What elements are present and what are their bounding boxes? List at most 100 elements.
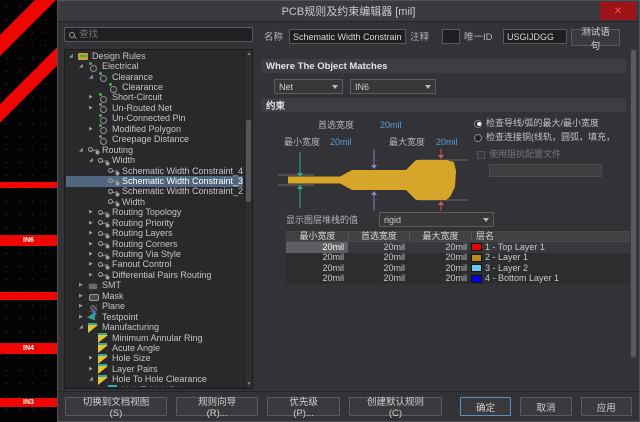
rule-name-input[interactable] bbox=[289, 29, 406, 44]
layer-stack-dropdown[interactable]: rigid bbox=[379, 212, 494, 227]
column-header[interactable]: 层名 bbox=[472, 232, 630, 241]
create-default-rules-button[interactable]: 创建默认规则 (C) bbox=[349, 397, 442, 416]
table-cell[interactable]: 20mil bbox=[409, 263, 471, 274]
table-cell[interactable]: 20mil bbox=[348, 274, 409, 285]
tree-item[interactable]: ◢Width bbox=[66, 155, 243, 165]
tree-expander-icon[interactable]: ◢ bbox=[79, 325, 88, 330]
tree-item[interactable]: Width bbox=[66, 197, 243, 207]
tree-expander-icon[interactable]: ▶ bbox=[89, 273, 98, 278]
min-width-value[interactable]: 20mil bbox=[330, 138, 352, 147]
tree-item[interactable]: ▶Un-Routed Net bbox=[66, 103, 243, 113]
tree-item[interactable]: Clearance bbox=[66, 82, 243, 92]
unique-id-input[interactable] bbox=[503, 29, 567, 44]
radio-selected-icon[interactable] bbox=[474, 120, 482, 128]
scroll-down-icon[interactable]: ▼ bbox=[245, 381, 253, 387]
priorities-button[interactable]: 优先级 (P)... bbox=[267, 397, 340, 416]
tree-item[interactable]: ◢Clearance bbox=[66, 72, 243, 82]
scrollbar-thumb[interactable] bbox=[631, 50, 636, 357]
tree-expander-icon[interactable]: ▶ bbox=[89, 242, 98, 247]
tree-expander-icon[interactable]: ▶ bbox=[79, 283, 88, 288]
tree-item[interactable]: ▶Hole Size bbox=[66, 354, 243, 364]
table-cell[interactable]: 20mil bbox=[286, 274, 348, 285]
tree-item[interactable]: Minimum Annular Ring bbox=[66, 333, 243, 343]
scroll-up-icon[interactable]: ▲ bbox=[245, 51, 253, 57]
max-width-value[interactable]: 20mil bbox=[436, 138, 458, 147]
search-box[interactable] bbox=[64, 27, 253, 42]
tree-item[interactable]: ◢Routing bbox=[66, 145, 243, 155]
tree-expander-icon[interactable]: ▶ bbox=[89, 262, 98, 267]
preferred-width-value[interactable]: 20mil bbox=[380, 121, 402, 130]
tree-item[interactable]: ▶Layer Pairs bbox=[66, 364, 243, 374]
table-row[interactable]: 20mil20mil20mil2 - Layer 1 bbox=[286, 253, 631, 264]
tree-expander-icon[interactable]: ◢ bbox=[79, 148, 88, 153]
radio-unselected-icon[interactable] bbox=[474, 134, 482, 142]
tree-item[interactable]: ◢Design Rules bbox=[66, 51, 243, 61]
tree-item[interactable]: ▶Routing Layers bbox=[66, 228, 243, 238]
tree-item[interactable]: ▶Routing Corners bbox=[66, 239, 243, 249]
panel-scrollbar[interactable] bbox=[630, 48, 637, 359]
tree-expander-icon[interactable]: ▶ bbox=[89, 127, 98, 132]
tree-expander-icon[interactable]: ▶ bbox=[79, 304, 88, 309]
impedance-profile-option[interactable]: 使用阻抗配置文件 bbox=[477, 150, 561, 159]
tree-expander-icon[interactable]: ▶ bbox=[89, 95, 98, 100]
tree-item[interactable]: ◢Manufacturing bbox=[66, 322, 243, 332]
tree-expander-icon[interactable]: ▶ bbox=[89, 367, 98, 372]
tree-item[interactable]: ◢Hole To Hole Clearance bbox=[66, 375, 243, 385]
apply-button[interactable]: 应用 bbox=[581, 397, 632, 416]
layer-cell[interactable]: 1 - Top Layer 1 bbox=[471, 242, 631, 253]
tree-item[interactable]: ◢Electrical bbox=[66, 61, 243, 71]
tree-expander-icon[interactable]: ◢ bbox=[79, 64, 88, 69]
check-trace-arc-option[interactable]: 检查导线/弧的最大/最小宽度 bbox=[474, 119, 629, 128]
layer-cell[interactable]: 2 - Layer 1 bbox=[471, 253, 631, 264]
switch-to-document-view-button[interactable]: 切换到文档视图 (S) bbox=[65, 397, 167, 416]
tree-expander-icon[interactable]: ▶ bbox=[89, 252, 98, 257]
tree-expander-icon[interactable]: ▶ bbox=[89, 210, 98, 215]
tree-item[interactable]: Creepage Distance bbox=[66, 135, 243, 145]
table-row[interactable]: 20mil20mil20mil3 - Layer 2 bbox=[286, 263, 631, 274]
tree-expander-icon[interactable]: ◢ bbox=[69, 54, 78, 59]
table-cell[interactable]: 20mil bbox=[348, 253, 409, 264]
tree-item[interactable]: ▶Routing Via Style bbox=[66, 249, 243, 259]
dialog-titlebar[interactable]: PCB规则及约束编辑器 [mil] ✕ bbox=[58, 1, 639, 22]
tree-expander-icon[interactable]: ◢ bbox=[89, 158, 98, 163]
tree-expander-icon[interactable]: ▶ bbox=[89, 231, 98, 236]
search-input[interactable] bbox=[79, 29, 248, 40]
tree-expander-icon[interactable]: ▶ bbox=[89, 106, 98, 111]
tree-item[interactable]: ▶Short-Circuit bbox=[66, 93, 243, 103]
cancel-button[interactable]: 取消 bbox=[520, 397, 571, 416]
ok-button[interactable]: 确定 bbox=[460, 397, 511, 416]
tree-item[interactable]: ▶Routing Topology bbox=[66, 208, 243, 218]
table-cell[interactable]: 20mil bbox=[409, 242, 471, 253]
table-row[interactable]: 20mil20mil20mil1 - Top Layer 1 bbox=[286, 242, 631, 253]
tree-item[interactable]: ▶Testpoint bbox=[66, 312, 243, 322]
check-copper-option[interactable]: 检查连接铜(线轨，圆弧，填充， bbox=[474, 133, 629, 142]
rule-wizard-button[interactable]: 规则向导 (R)... bbox=[176, 397, 258, 416]
table-cell[interactable]: 20mil bbox=[286, 242, 348, 253]
column-header[interactable]: 最小宽度 bbox=[287, 232, 349, 241]
scope-net-dropdown[interactable]: IN6 bbox=[350, 79, 436, 94]
tree-expander-icon[interactable]: ◢ bbox=[89, 377, 98, 382]
tree-item[interactable]: Acute Angle bbox=[66, 343, 243, 353]
table-cell[interactable]: 20mil bbox=[286, 253, 348, 264]
tree-item[interactable]: Schematic Width Constraint_3 bbox=[66, 176, 243, 186]
scope-type-dropdown[interactable]: Net bbox=[274, 79, 343, 94]
test-queries-button[interactable]: 测试语句 bbox=[571, 29, 620, 46]
tree-item[interactable]: Schematic Width Constraint_2 bbox=[66, 187, 243, 197]
tree-item[interactable]: ▶Routing Priority bbox=[66, 218, 243, 228]
layer-cell[interactable]: 4 - Bottom Layer 1 bbox=[471, 274, 631, 285]
tree-item[interactable]: HoleToHoleClearance bbox=[66, 385, 243, 387]
tree-item[interactable]: Un-Connected Pin bbox=[66, 114, 243, 124]
tree-expander-icon[interactable]: ▶ bbox=[79, 294, 88, 299]
tree-expander-icon[interactable]: ▶ bbox=[89, 356, 98, 361]
table-cell[interactable]: 20mil bbox=[409, 274, 471, 285]
tree-item[interactable]: ▶Modified Polygon bbox=[66, 124, 243, 134]
close-button[interactable]: ✕ bbox=[600, 2, 636, 20]
layer-cell[interactable]: 3 - Layer 2 bbox=[471, 263, 631, 274]
table-cell[interactable]: 20mil bbox=[348, 263, 409, 274]
column-header[interactable]: 首选宽度 bbox=[349, 232, 410, 241]
scrollbar-thumb[interactable] bbox=[246, 120, 251, 202]
table-cell[interactable]: 20mil bbox=[348, 242, 409, 253]
tree-expander-icon[interactable]: ◢ bbox=[89, 75, 98, 80]
column-header[interactable]: 最大宽度 bbox=[410, 232, 472, 241]
table-cell[interactable]: 20mil bbox=[409, 253, 471, 264]
